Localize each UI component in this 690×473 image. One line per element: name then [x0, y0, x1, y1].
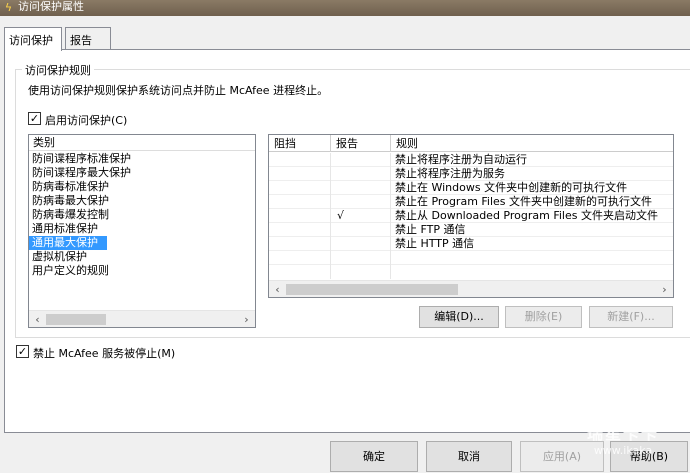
cell-rule: 禁止 HTTP 通信	[395, 237, 475, 250]
apply-button[interactable]: 应用(A)	[520, 441, 604, 472]
category-item[interactable]: 防病毒最大保护	[29, 194, 255, 208]
table-row[interactable]: 禁止 FTP 通信	[269, 223, 673, 237]
table-row[interactable]: 禁止在 Windows 文件夹中创建新的可执行文件	[269, 181, 673, 195]
cell-report: √	[331, 209, 391, 223]
chevron-right-icon[interactable]: ›	[656, 281, 673, 297]
cell-block	[269, 195, 331, 209]
chevron-left-icon[interactable]: ‹	[269, 281, 286, 297]
col-rule[interactable]: 规则	[391, 135, 673, 152]
category-scroll-thumb[interactable]	[46, 314, 106, 325]
cell-empty	[391, 265, 673, 279]
cell-empty	[269, 251, 331, 265]
mcafee-shield-icon: ϟ	[4, 1, 13, 14]
cell-block	[269, 167, 331, 181]
cell-report	[331, 237, 391, 251]
cell-report	[331, 223, 391, 237]
table-row[interactable]: 禁止将程序注册为服务	[269, 167, 673, 181]
category-header: 类别	[29, 135, 255, 151]
cell-rule: 禁止将程序注册为服务	[395, 167, 505, 180]
enable-protection-label: 启用访问保护(C)	[45, 114, 128, 127]
cell-empty	[391, 251, 673, 265]
cancel-button[interactable]: 取消	[426, 441, 512, 472]
category-item[interactable]: 虚拟机保护	[29, 250, 255, 264]
tab-access-protection[interactable]: 访问保护	[4, 27, 62, 51]
col-block[interactable]: 阻挡	[269, 135, 331, 152]
cell-report	[331, 167, 391, 181]
cell-empty	[331, 265, 391, 279]
cell-rule: 禁止在 Program Files 文件夹中创建新的可执行文件	[395, 195, 653, 208]
table-row[interactable]: 禁止将程序注册为自动运行	[269, 153, 673, 167]
cell-rule: 禁止从 Downloaded Program Files 文件夹启动文件	[395, 209, 658, 222]
rules-scroll-thumb[interactable]	[286, 284, 458, 295]
cell-rule: 禁止将程序注册为自动运行	[395, 153, 527, 166]
cell-block	[269, 209, 331, 223]
category-item[interactable]: 防病毒标准保护	[29, 180, 255, 194]
category-item[interactable]: 防间谍程序最大保护	[29, 166, 255, 180]
rules-grid[interactable]: 阻挡 报告 规则 禁止将程序注册为自动运行 禁止将程序注册为服务 禁止在 Win…	[268, 134, 674, 298]
category-item[interactable]: 用户定义的规则	[29, 264, 255, 278]
category-item[interactable]: 防病毒爆发控制	[29, 208, 255, 222]
group-description: 使用访问保护规则保护系统访问点并防止 McAfee 进程终止。	[28, 84, 329, 97]
category-list[interactable]: 类别 防间谍程序标准保护 防间谍程序最大保护 防病毒标准保护 防病毒最大保护 防…	[28, 134, 256, 328]
table-row	[269, 251, 673, 265]
category-items: 防间谍程序标准保护 防间谍程序最大保护 防病毒标准保护 防病毒最大保护 防病毒爆…	[29, 152, 255, 278]
ok-button[interactable]: 确定	[330, 441, 418, 472]
table-row[interactable]: 禁止在 Program Files 文件夹中创建新的可执行文件	[269, 195, 673, 209]
prevent-service-stop-checkbox[interactable]: ✓	[16, 345, 29, 358]
cell-block	[269, 223, 331, 237]
prevent-service-stop-label: 禁止 McAfee 服务被停止(M)	[33, 347, 176, 360]
category-hscrollbar[interactable]: ‹ ›	[29, 310, 255, 327]
help-button[interactable]: 帮助(B)	[610, 441, 688, 472]
cell-empty	[331, 251, 391, 265]
col-report[interactable]: 报告	[331, 135, 391, 152]
cell-block	[269, 153, 331, 167]
cell-report	[331, 181, 391, 195]
rules-hscrollbar[interactable]: ‹ ›	[269, 280, 673, 297]
chevron-right-icon[interactable]: ›	[238, 311, 255, 328]
title-bar: ϟ 访问保护属性	[0, 0, 690, 16]
category-item[interactable]: 通用标准保护	[29, 222, 255, 236]
edit-rule-button[interactable]: 编辑(D)...	[419, 306, 499, 328]
cell-rule: 禁止在 Windows 文件夹中创建新的可执行文件	[395, 181, 628, 194]
chevron-left-icon[interactable]: ‹	[29, 311, 46, 328]
group-title: 访问保护规则	[22, 62, 94, 78]
cell-empty	[269, 265, 331, 279]
rules-grid-header: 阻挡 报告 规则	[269, 135, 673, 152]
cell-report	[331, 153, 391, 167]
delete-rule-button[interactable]: 删除(E)	[505, 306, 582, 328]
cell-block	[269, 181, 331, 195]
tab-report[interactable]: 报告	[65, 27, 111, 50]
table-row	[269, 265, 673, 279]
window-title: 访问保护属性	[18, 0, 84, 11]
cell-rule: 禁止 FTP 通信	[395, 223, 466, 236]
table-row[interactable]: √ 禁止从 Downloaded Program Files 文件夹启动文件	[269, 209, 673, 223]
category-item[interactable]: 防间谍程序标准保护	[29, 152, 255, 166]
cell-report	[331, 195, 391, 209]
table-row[interactable]: 禁止 HTTP 通信	[269, 237, 673, 251]
category-item-selected[interactable]: 通用最大保护	[29, 236, 107, 250]
enable-protection-checkbox[interactable]: ✓	[28, 112, 41, 125]
new-rule-button[interactable]: 新建(F)...	[589, 306, 673, 328]
cell-block	[269, 237, 331, 251]
